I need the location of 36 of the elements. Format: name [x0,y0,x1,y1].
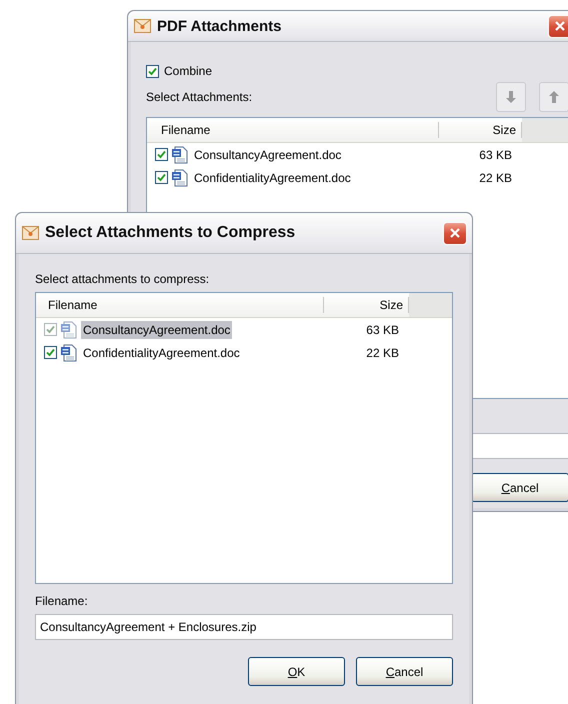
arrow-up-icon [549,90,559,104]
checkbox[interactable] [146,64,159,78]
window-title: Select Attachments to Compress [45,224,296,242]
file-size: 63 KB [478,148,513,162]
file-name[interactable]: ConfidentialityAgreement.doc [81,344,242,362]
checkbox[interactable] [44,346,57,359]
close-icon [449,227,461,239]
list-label: Select attachments to compress: [35,272,210,286]
file-name[interactable]: ConsultancyAgreement.doc [192,146,344,164]
field-label: Filename: [35,594,89,608]
file-size: 63 KB [365,322,400,336]
column-header[interactable]: Filename [36,297,324,313]
envelope-icon [134,19,151,33]
document-icon [171,146,189,164]
column-header [409,293,452,317]
checkbox[interactable] [155,148,168,161]
document-icon [60,320,78,338]
file-size: 22 KB [365,346,400,360]
cancel-button[interactable]: Cancel [471,473,568,502]
envelope-icon [22,226,39,240]
checkbox-label[interactable]: Combine [164,64,212,78]
file-name[interactable]: ConfidentialityAgreement.doc [192,168,353,186]
close-icon [554,20,566,32]
close-button[interactable] [548,14,568,38]
filename-field[interactable]: ConsultancyAgreement + Enclosures.zip [35,614,453,640]
window-title: PDF Attachments [157,18,282,34]
close-button[interactable] [443,222,467,244]
dialog-button[interactable]: OK [248,657,345,686]
document-icon [60,344,78,362]
document-icon [171,168,189,186]
arrow-down-icon [506,90,516,104]
file-size: 22 KB [478,170,513,184]
column-header[interactable]: Filename [147,122,439,138]
checkbox[interactable] [155,171,168,184]
list-label: Select Attachments: [146,90,254,104]
dialog-button[interactable]: Cancel [356,657,453,686]
